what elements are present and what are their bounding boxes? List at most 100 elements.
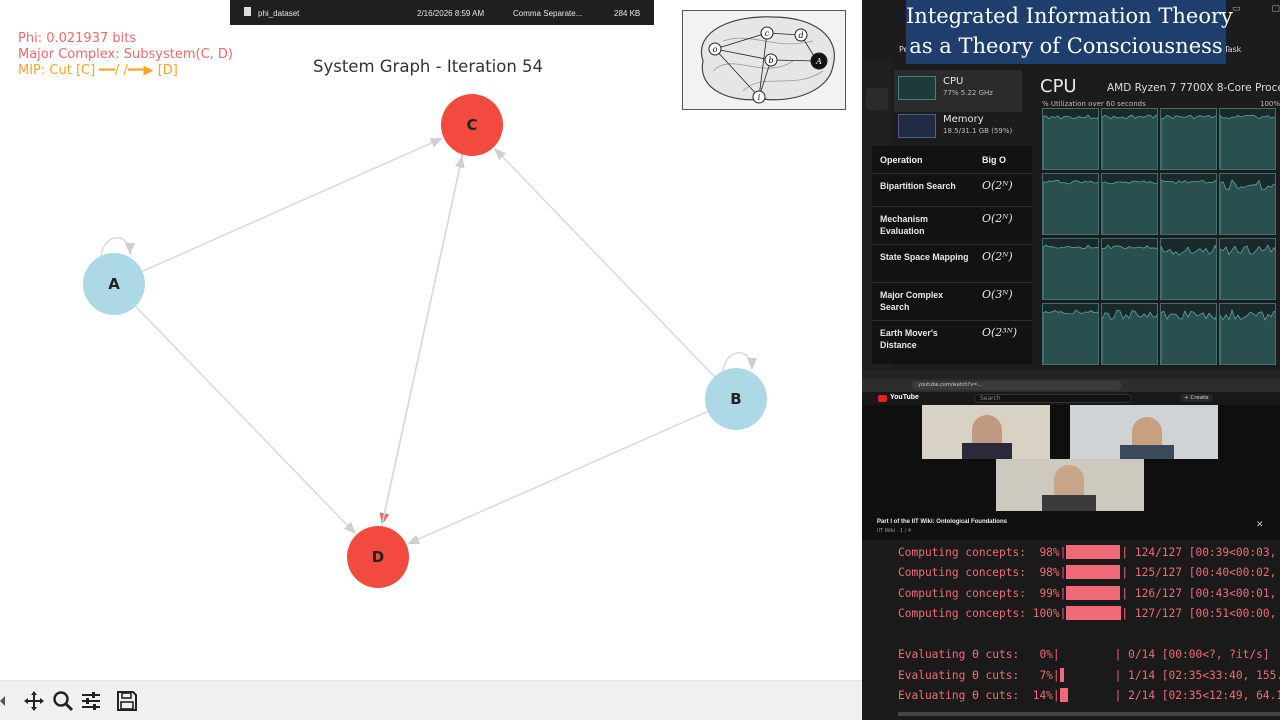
- big-o-value: O(2ᴺ): [982, 250, 1013, 263]
- sidebar-item-cpu-sub: 77% 5.22 GHz: [943, 89, 993, 97]
- operation-name: Earth Mover's Distance: [880, 328, 938, 350]
- zoom-icon[interactable]: [51, 690, 75, 712]
- terminal-output: Computing concepts: 98%| | 124/127 [00:39…: [862, 540, 1280, 720]
- progress-bar: [1066, 586, 1121, 600]
- edge-b-to-d: [407, 410, 708, 545]
- sidebar-item-memory-sub: 18.5/31.1 GB (59%): [943, 127, 1013, 135]
- video-participant-2: [1070, 405, 1218, 459]
- header-big-o: Big O: [982, 155, 1006, 165]
- progress-suffix: | 2/14 [02:35<12:49, 64.15s/it]: [1114, 689, 1280, 702]
- utilization-max: 100%: [1260, 100, 1280, 108]
- cpu-heading: CPU: [1040, 76, 1077, 97]
- memory-mini-graph: [898, 114, 936, 138]
- youtube-page: YouTube Search + Create Part I of the II…: [862, 392, 1280, 540]
- create-button[interactable]: + Create: [1180, 394, 1213, 402]
- cpu-core-graph: [1160, 238, 1217, 300]
- search-placeholder: Search: [980, 395, 1001, 402]
- progress-bar: [1059, 668, 1115, 682]
- address-bar: youtube.com/watch?v=...: [862, 379, 1280, 392]
- big-o-value: O(2ᴺ): [982, 179, 1013, 192]
- progress-suffix: | 127/127 [00:51<00:00, 3.38s/it]: [1121, 607, 1277, 620]
- cpu-core-graph: [1101, 173, 1158, 235]
- progress-prefix: Computing concepts: 98%|: [898, 546, 1067, 559]
- brain-node-i: i: [758, 93, 761, 102]
- node-label-a: A: [108, 275, 120, 293]
- window-controls[interactable]: ▭ ▢ ✕: [1232, 4, 1280, 14]
- brain-node-a: A: [815, 57, 822, 66]
- sidebar-item-memory[interactable]: Memory 18.5/31.1 GB (59%): [894, 108, 1022, 150]
- file-icon: [244, 7, 251, 16]
- cpu-core-graph: [1219, 173, 1276, 235]
- file-size: 284 KB: [614, 9, 641, 18]
- operation-name: State Space Mapping: [880, 252, 969, 262]
- file-explorer-strip[interactable]: phi_dataset 2/16/2026 8:59 AM Comma Sepa…: [230, 0, 654, 25]
- cpu-core-graph: [1219, 238, 1276, 300]
- brain-node-b: b: [768, 56, 773, 65]
- cpu-core-graph: [1101, 238, 1158, 300]
- big-o-value: O(2³ᴺ): [982, 326, 1018, 339]
- browser-tab-strip[interactable]: [862, 370, 1280, 379]
- big-o-value: O(3ᴺ): [982, 288, 1013, 301]
- pan-icon[interactable]: [22, 690, 46, 712]
- banner-line-2: as a Theory of Consciousness: [909, 34, 1223, 58]
- video-participant-1: [922, 405, 1050, 459]
- progress-prefix: Evaluating Θ cuts: 7%|: [898, 669, 1060, 682]
- sidebar-item-memory-title: Memory: [943, 114, 984, 125]
- node-label-d: D: [372, 548, 384, 566]
- progress-line: Computing concepts: 98%| | 124/127 [00:39…: [898, 545, 1280, 559]
- progress-line: Computing concepts: 100%| | 127/127 [00:5…: [898, 606, 1280, 620]
- complexity-row: Major Complex Search O(3ᴺ): [872, 282, 1032, 320]
- progress-line: Computing concepts: 99%| | 126/127 [00:43…: [898, 586, 1280, 600]
- progress-suffix: | 1/14 [02:35<33:40, 155.44s/it]: [1114, 669, 1280, 682]
- youtube-search-input[interactable]: Search: [974, 394, 1132, 403]
- save-icon[interactable]: [115, 690, 139, 712]
- url-field[interactable]: youtube.com/watch?v=...: [912, 381, 1122, 390]
- brain-node-o: o: [713, 45, 718, 54]
- complexity-row: State Space Mapping O(2ᴺ): [872, 244, 1032, 282]
- brain-diagram-thumbnail: c d o b A i: [682, 10, 846, 110]
- sidebar-item-cpu[interactable]: CPU 77% 5.22 GHz: [894, 70, 1022, 112]
- complexity-row: Bipartition Search O(2ᴺ): [872, 173, 1032, 206]
- progress-suffix: | 125/127 [00:40<00:02, 1.02s/it]: [1121, 566, 1277, 579]
- cpu-core-graph: [1101, 108, 1158, 170]
- video-title[interactable]: Part I of the IIT Wiki: Ontological Foun…: [877, 519, 1007, 525]
- brain-diagram: c d o b A i: [700, 16, 835, 104]
- youtube-brand[interactable]: YouTube: [890, 394, 919, 401]
- url-text: youtube.com/watch?v=...: [918, 382, 983, 388]
- progress-suffix: | 0/14 [00:00<?, ?it/s]: [1114, 648, 1270, 661]
- sidebar-item-cpu-title: CPU: [943, 76, 964, 87]
- operation-name: Mechanism Evaluation: [880, 214, 928, 236]
- run-new-task-button[interactable]: Task: [1224, 45, 1241, 54]
- progress-bar: [1060, 647, 1115, 661]
- configure-subplots-icon[interactable]: [79, 690, 103, 712]
- cpu-core-graph: [1160, 173, 1217, 235]
- file-type: Comma Separate...: [513, 9, 583, 18]
- progress-prefix: Evaluating Θ cuts: 14%|: [898, 689, 1060, 702]
- node-label-b: B: [730, 390, 741, 408]
- iit-title-banner: Integrated Information Theory as a Theor…: [906, 0, 1233, 64]
- operation-name: Major Complex Search: [880, 290, 944, 312]
- cpu-core-graph: [1042, 108, 1099, 170]
- cpu-core-graph: [1101, 303, 1158, 365]
- cpu-core-graph: [1160, 303, 1217, 365]
- brain-node-c: c: [765, 29, 770, 38]
- progress-suffix: | 126/127 [00:43<00:01, 1.73s/it]: [1121, 587, 1277, 600]
- progress-suffix: | 124/127 [00:39<00:03, 1.07s/it]: [1121, 546, 1277, 559]
- cpu-mini-graph: [898, 76, 936, 100]
- nav-menu-icon[interactable]: [866, 88, 888, 110]
- terminal-scrollbar[interactable]: [898, 712, 1280, 716]
- cpu-core-graph: [1042, 238, 1099, 300]
- complexity-row: Mechanism Evaluation O(2ᴺ): [872, 206, 1032, 244]
- cpu-core-graph: [1042, 173, 1099, 235]
- node-label-c: C: [466, 116, 477, 134]
- plot-toolbar: [0, 680, 862, 720]
- back-arrow-icon[interactable]: [0, 696, 5, 706]
- file-name[interactable]: phi_dataset: [258, 9, 299, 18]
- close-icon[interactable]: ✕: [1256, 520, 1264, 530]
- progress-bar: [1066, 606, 1122, 620]
- right-panel: Pe Task ▭ ▢ ✕ Integrated Information The…: [862, 0, 1280, 720]
- brain-node-d: d: [798, 31, 803, 40]
- youtube-logo-icon[interactable]: [878, 395, 887, 402]
- edge-b-to-c: [494, 148, 716, 378]
- banner-line-1: Integrated Information Theory: [906, 4, 1233, 28]
